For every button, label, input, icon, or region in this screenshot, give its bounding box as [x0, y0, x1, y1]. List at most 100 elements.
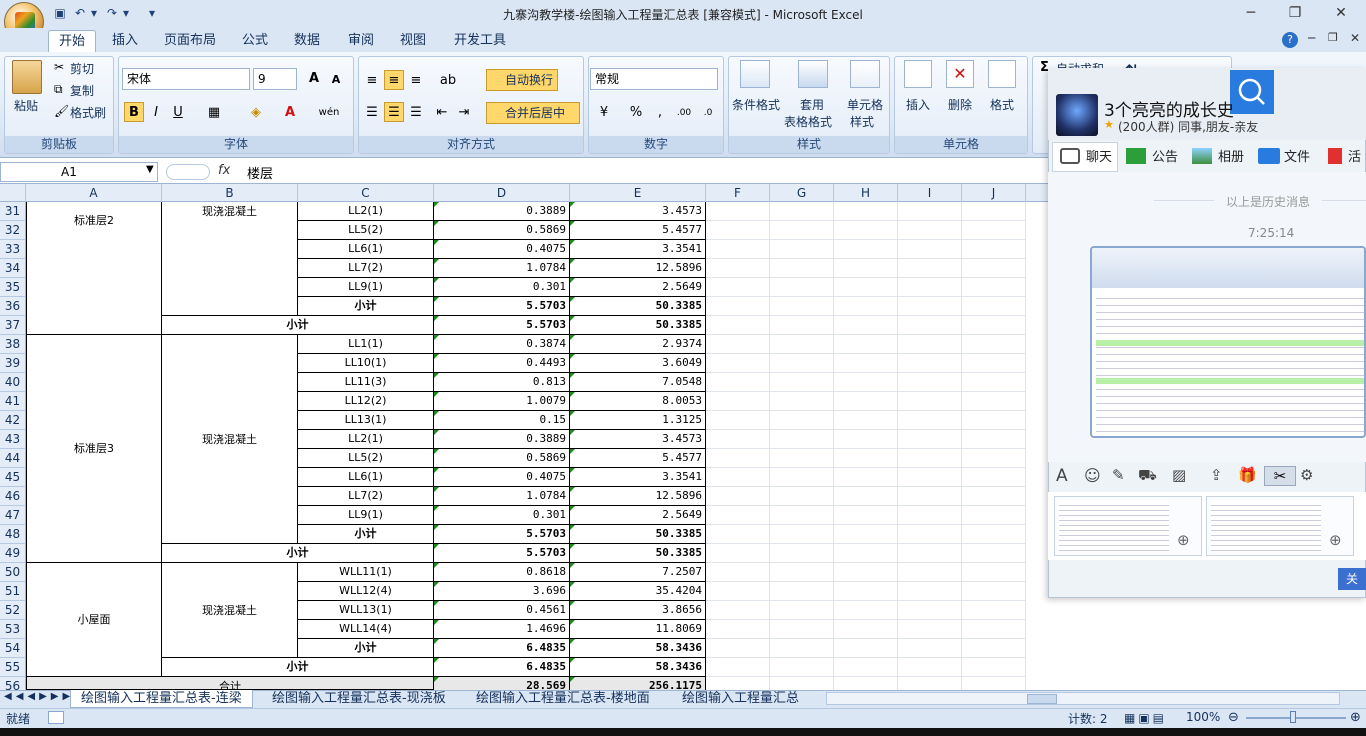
- quantity-cell[interactable]: 3.3541: [570, 240, 706, 259]
- empty-cell[interactable]: [706, 449, 770, 468]
- item-cell[interactable]: LL5(2): [298, 449, 434, 468]
- item-cell[interactable]: LL1(1): [298, 335, 434, 354]
- quantity-cell[interactable]: 5.4577: [570, 221, 706, 240]
- customize-qat-icon[interactable]: ▾: [144, 5, 160, 21]
- item-cell[interactable]: WLL14(4): [298, 620, 434, 639]
- row-header[interactable]: 39: [0, 354, 26, 373]
- item-cell[interactable]: WLL12(4): [298, 582, 434, 601]
- empty-cell[interactable]: [898, 468, 962, 487]
- zoom-slider[interactable]: [1246, 717, 1346, 719]
- quantity-cell[interactable]: 35.4204: [570, 582, 706, 601]
- empty-cell[interactable]: [898, 449, 962, 468]
- empty-cell[interactable]: [898, 316, 962, 335]
- empty-cell[interactable]: [962, 468, 1026, 487]
- view-buttons-icon[interactable]: ▦▣▤: [1124, 711, 1167, 725]
- empty-cell[interactable]: [770, 335, 834, 354]
- empty-cell[interactable]: [706, 202, 770, 221]
- border-icon[interactable]: ▦: [204, 102, 224, 122]
- volume-cell[interactable]: 0.4075: [434, 468, 570, 487]
- row-header[interactable]: 42: [0, 411, 26, 430]
- volume-cell[interactable]: 0.4493: [434, 354, 570, 373]
- item-cell[interactable]: LL2(1): [298, 202, 434, 221]
- delete-cells-button[interactable]: 删除: [948, 96, 972, 113]
- quantity-cell[interactable]: 7.0548: [570, 373, 706, 392]
- qq-tab-album[interactable]: 相册: [1218, 146, 1244, 170]
- underline-button[interactable]: U: [168, 102, 188, 122]
- empty-cell[interactable]: [834, 430, 898, 449]
- item-cell[interactable]: 小计: [298, 297, 434, 316]
- horizontal-scrollbar[interactable]: [826, 692, 1340, 705]
- subtotal-cell-std2[interactable]: 小计: [162, 316, 434, 335]
- empty-cell[interactable]: [706, 582, 770, 601]
- item-cell[interactable]: LL6(1): [298, 240, 434, 259]
- item-cell[interactable]: LL7(2): [298, 259, 434, 278]
- row-header[interactable]: 52: [0, 601, 26, 620]
- cut-button[interactable]: 剪切: [70, 60, 94, 77]
- volume-cell[interactable]: 6.4835: [434, 658, 570, 677]
- row-header[interactable]: 56: [0, 677, 26, 690]
- align-middle-icon[interactable]: ≡: [384, 70, 404, 90]
- empty-cell[interactable]: [706, 658, 770, 677]
- row-header[interactable]: 49: [0, 544, 26, 563]
- font-style-icon[interactable]: A: [1056, 466, 1068, 486]
- wand-icon[interactable]: ✎: [1112, 466, 1125, 484]
- quantity-cell[interactable]: 50.3385: [570, 544, 706, 563]
- sheet-tab-floor[interactable]: 绘图输入工程量汇总表-楼地面: [466, 690, 660, 708]
- emoji-icon[interactable]: ☺: [1084, 466, 1101, 485]
- empty-cell[interactable]: [834, 525, 898, 544]
- empty-cell[interactable]: [834, 582, 898, 601]
- quantity-cell[interactable]: 3.4573: [570, 430, 706, 449]
- row-header[interactable]: 35: [0, 278, 26, 297]
- empty-cell[interactable]: [834, 468, 898, 487]
- empty-cell[interactable]: [898, 677, 962, 690]
- empty-cell[interactable]: [962, 335, 1026, 354]
- restore-button[interactable]: ❐: [1282, 4, 1308, 22]
- empty-cell[interactable]: [834, 221, 898, 240]
- screenshot-scissors-icon[interactable]: ✂: [1264, 466, 1296, 486]
- quantity-cell[interactable]: 3.8656: [570, 601, 706, 620]
- row-header[interactable]: 43: [0, 430, 26, 449]
- item-cell[interactable]: LL5(2): [298, 221, 434, 240]
- empty-cell[interactable]: [898, 259, 962, 278]
- empty-cell[interactable]: [898, 297, 962, 316]
- row-header[interactable]: 50: [0, 563, 26, 582]
- quantity-cell[interactable]: 8.0053: [570, 392, 706, 411]
- empty-cell[interactable]: [770, 639, 834, 658]
- qq-search-button[interactable]: [1230, 70, 1274, 114]
- group-cell-std2[interactable]: 标准层2: [26, 202, 162, 335]
- empty-cell[interactable]: [834, 297, 898, 316]
- quantity-cell[interactable]: 12.5896: [570, 259, 706, 278]
- empty-cell[interactable]: [898, 354, 962, 373]
- zoom-slider-thumb[interactable]: [1290, 711, 1296, 723]
- select-all-corner[interactable]: [0, 184, 26, 202]
- empty-cell[interactable]: [898, 221, 962, 240]
- tab-insert[interactable]: 插入: [102, 30, 148, 52]
- decrease-decimal-icon[interactable]: .0: [698, 102, 718, 122]
- fill-color-icon[interactable]: ◈: [246, 102, 266, 122]
- name-box-dropdown-icon[interactable]: ▼: [146, 164, 154, 175]
- quantity-cell[interactable]: 3.6049: [570, 354, 706, 373]
- row-header[interactable]: 34: [0, 259, 26, 278]
- shrink-font-button[interactable]: A: [326, 69, 346, 89]
- volume-cell[interactable]: 0.3889: [434, 430, 570, 449]
- empty-cell[interactable]: [834, 316, 898, 335]
- quantity-cell[interactable]: 11.8069: [570, 620, 706, 639]
- italic-button[interactable]: I: [146, 102, 166, 122]
- qq-tab-activity[interactable]: 活动: [1348, 146, 1366, 170]
- empty-cell[interactable]: [898, 544, 962, 563]
- column-header-f[interactable]: F: [706, 184, 770, 202]
- empty-cell[interactable]: [706, 639, 770, 658]
- pasted-image-2[interactable]: ⊕: [1206, 496, 1354, 556]
- concrete-cell-roof[interactable]: 现浇混凝土: [162, 563, 298, 658]
- column-header-j[interactable]: J: [962, 184, 1026, 202]
- empty-cell[interactable]: [706, 297, 770, 316]
- pasted-image-1[interactable]: ⊕: [1054, 496, 1202, 556]
- empty-cell[interactable]: [706, 430, 770, 449]
- orientation-icon[interactable]: ab: [438, 70, 458, 90]
- qq-tab-files[interactable]: 文件: [1284, 146, 1310, 170]
- empty-cell[interactable]: [770, 563, 834, 582]
- empty-cell[interactable]: [770, 620, 834, 639]
- empty-cell[interactable]: [706, 487, 770, 506]
- increase-indent-icon[interactable]: ⇥: [454, 102, 474, 122]
- qq-close-button[interactable]: 关: [1338, 568, 1366, 590]
